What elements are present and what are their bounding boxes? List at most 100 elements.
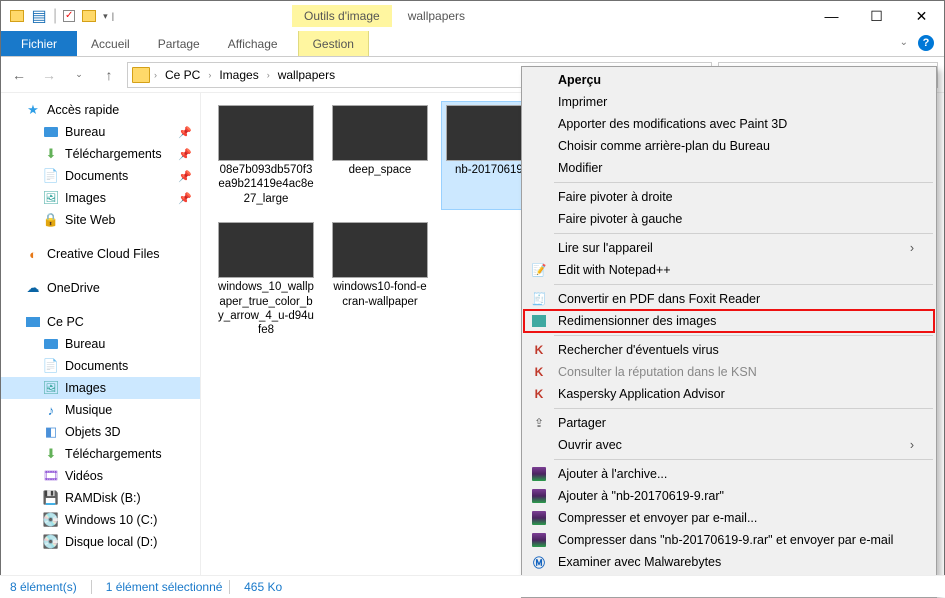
thumbnail-icon: [218, 222, 314, 278]
file-label: windows_10_wallpaper_true_color_by_arrow…: [217, 280, 315, 338]
thumbnail-icon: [218, 105, 314, 161]
sidebar-downloads[interactable]: ⬇Téléchargements📌: [1, 143, 200, 165]
images-icon: 🖼: [43, 190, 59, 206]
menu-compress-rar-mail[interactable]: Compresser dans "nb-20170619-9.rar" et e…: [524, 529, 934, 551]
menu-foxit-pdf[interactable]: 🧾Convertir en PDF dans Foxit Reader: [524, 288, 934, 310]
sidebar-documents-2[interactable]: 📄Documents: [1, 355, 200, 377]
menu-rotate-left[interactable]: Faire pivoter à gauche: [524, 208, 934, 230]
star-icon: ★: [25, 102, 41, 118]
drive-icon: 💽: [43, 534, 59, 550]
sidebar-3d[interactable]: ◧Objets 3D: [1, 421, 200, 443]
winrar-icon: [530, 510, 548, 526]
sidebar-videos[interactable]: 🎞Vidéos: [1, 465, 200, 487]
tab-view[interactable]: Affichage: [214, 31, 292, 56]
close-button[interactable]: ✕: [899, 1, 944, 31]
pin-icon: 📌: [178, 170, 192, 183]
notepadpp-icon: 📝: [530, 262, 548, 278]
sidebar-downloads-2[interactable]: ⬇Téléchargements: [1, 443, 200, 465]
sidebar-quick-access[interactable]: ★Accès rapide: [1, 99, 200, 121]
crumb-images[interactable]: Images: [215, 66, 262, 84]
thumbnail-icon: [332, 105, 428, 161]
forward-button[interactable]: →: [37, 63, 61, 87]
contextual-tab-label: Outils d'image: [292, 5, 392, 27]
pin-icon: 📌: [178, 148, 192, 161]
thumbnail-icon: [332, 222, 428, 278]
chevron-right-icon[interactable]: ›: [208, 70, 211, 80]
menu-paint3d[interactable]: Apporter des modifications avec Paint 3D: [524, 113, 934, 135]
pc-icon: [25, 314, 41, 330]
crumb-cepc[interactable]: Ce PC: [161, 66, 204, 84]
status-bar: 8 élément(s) 1 élément sélectionné 465 K…: [0, 575, 945, 597]
desktop-icon: [43, 336, 59, 352]
menu-preview[interactable]: Aperçu: [524, 69, 934, 91]
sidebar-images[interactable]: 🖼Images📌: [1, 187, 200, 209]
menu-add-archive[interactable]: Ajouter à l'archive...: [524, 463, 934, 485]
sidebar-desktop[interactable]: Bureau📌: [1, 121, 200, 143]
sidebar-onedrive[interactable]: ☁OneDrive: [1, 277, 200, 299]
menu-print[interactable]: Imprimer: [524, 91, 934, 113]
menu-malwarebytes[interactable]: ⓂExaminer avec Malwarebytes: [524, 551, 934, 573]
menu-rotate-right[interactable]: Faire pivoter à droite: [524, 186, 934, 208]
kaspersky-icon: K: [530, 386, 548, 402]
sidebar-ramdisk[interactable]: 💾RAMDisk (B:): [1, 487, 200, 509]
ribbon-collapse-icon[interactable]: ⌄: [890, 31, 918, 56]
chevron-right-icon[interactable]: ›: [267, 70, 270, 80]
tab-share[interactable]: Partage: [144, 31, 214, 56]
sidebar-dlocal[interactable]: 💽Disque local (D:): [1, 531, 200, 553]
properties-icon[interactable]: ▤: [31, 8, 47, 24]
file-item[interactable]: windows_10_wallpaper_true_color_by_arrow…: [213, 218, 319, 342]
winrar-icon: [530, 532, 548, 548]
menu-ksn[interactable]: KConsulter la réputation dans le KSN: [524, 361, 934, 383]
menu-compress-mail[interactable]: Compresser et envoyer par e-mail...: [524, 507, 934, 529]
qat-overflow: |: [112, 11, 114, 21]
malwarebytes-icon: Ⓜ: [530, 554, 548, 570]
share-icon: ⇪: [530, 415, 548, 431]
maximize-button[interactable]: ☐: [854, 1, 899, 31]
file-label: 08e7b093db570f3ea9b21419e4ac8e27_large: [217, 163, 315, 206]
sidebar-siteweb[interactable]: 🔒Site Web: [1, 209, 200, 231]
kaspersky-icon: K: [530, 342, 548, 358]
recent-dropdown-icon[interactable]: ⌄: [67, 63, 91, 87]
file-item[interactable]: windows10-fond-ecran-wallpaper: [327, 218, 433, 342]
sidebar-images-2[interactable]: 🖼Images: [1, 377, 200, 399]
minimize-button[interactable]: —: [809, 1, 854, 31]
chevron-right-icon[interactable]: ›: [154, 70, 157, 80]
sidebar-documents[interactable]: 📄Documents📌: [1, 165, 200, 187]
sidebar-music[interactable]: ♪Musique: [1, 399, 200, 421]
sidebar-win10[interactable]: 💽Windows 10 (C:): [1, 509, 200, 531]
menu-share[interactable]: ⇪Partager: [524, 412, 934, 434]
menu-scan-virus[interactable]: KRechercher d'éventuels virus: [524, 339, 934, 361]
menu-open-with[interactable]: Ouvrir avec›: [524, 434, 934, 456]
menu-notepadpp[interactable]: 📝Edit with Notepad++: [524, 259, 934, 281]
tab-manage[interactable]: Gestion: [298, 31, 369, 56]
menu-resize-images[interactable]: Redimensionner des images: [524, 310, 934, 332]
checkbox-icon[interactable]: ✓: [63, 10, 75, 22]
resize-icon: [530, 313, 548, 329]
sidebar-cepc[interactable]: Ce PC: [1, 311, 200, 333]
help-icon[interactable]: ?: [918, 35, 934, 51]
pin-icon: 📌: [178, 126, 192, 139]
file-item[interactable]: 08e7b093db570f3ea9b21419e4ac8e27_large: [213, 101, 319, 210]
menu-add-rar[interactable]: Ajouter à "nb-20170619-9.rar": [524, 485, 934, 507]
back-button[interactable]: ←: [7, 63, 31, 87]
sidebar-desktop-2[interactable]: Bureau: [1, 333, 200, 355]
menu-cast[interactable]: Lire sur l'appareil›: [524, 237, 934, 259]
music-icon: ♪: [43, 402, 59, 418]
tab-home[interactable]: Accueil: [77, 31, 144, 56]
file-item[interactable]: deep_space: [327, 101, 433, 210]
sidebar-creative-cloud[interactable]: ◐Creative Cloud Files: [1, 243, 200, 265]
up-button[interactable]: ↑: [97, 63, 121, 87]
menu-set-wallpaper[interactable]: Choisir comme arrière-plan du Bureau: [524, 135, 934, 157]
navigation-pane[interactable]: ★Accès rapide Bureau📌 ⬇Téléchargements📌 …: [1, 93, 201, 575]
chevron-right-icon: ›: [910, 241, 914, 255]
title-bar: ▤ | ✓ ▾ | Outils d'image wallpapers — ☐ …: [1, 1, 944, 31]
tab-file[interactable]: Fichier: [1, 31, 77, 56]
onedrive-icon: ☁: [25, 280, 41, 296]
menu-modify[interactable]: Modifier: [524, 157, 934, 179]
file-label: windows10-fond-ecran-wallpaper: [331, 280, 429, 309]
qat-dropdown-icon[interactable]: ▾: [103, 11, 108, 22]
crumb-wallpapers[interactable]: wallpapers: [274, 66, 339, 84]
desktop-icon: [43, 124, 59, 140]
menu-kaa[interactable]: KKaspersky Application Advisor: [524, 383, 934, 405]
ribbon-tabs: Fichier Accueil Partage Affichage Gestio…: [1, 31, 944, 57]
